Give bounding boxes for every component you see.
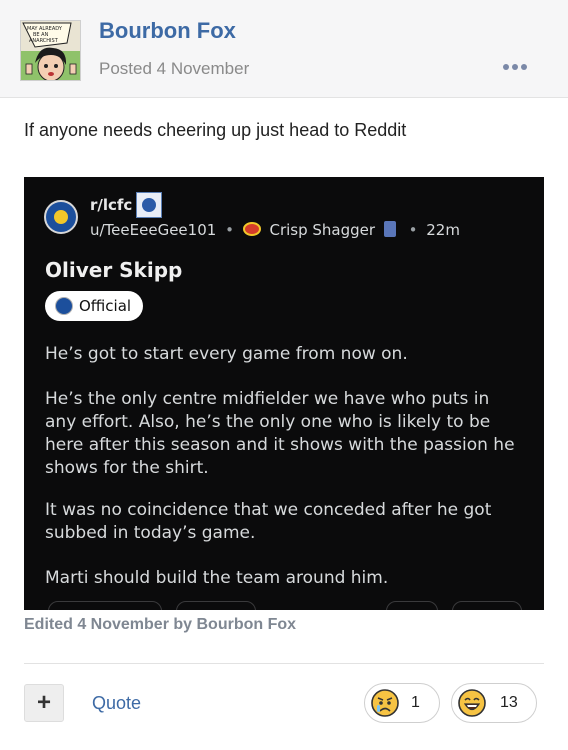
post-header: MAY ALREADY BE AN ANARCHIST Bourbon Fox … xyxy=(0,0,568,98)
byline-separator: • xyxy=(408,221,418,239)
avatar-comic-image: MAY ALREADY BE AN ANARCHIST xyxy=(21,21,80,80)
cropped-comment-button xyxy=(176,601,256,610)
quote-button[interactable]: Quote xyxy=(92,693,141,714)
subreddit-flair-icon xyxy=(136,192,162,218)
reddit-username: u/TeeEeeGee101 xyxy=(90,221,217,239)
post-age: 22m xyxy=(426,221,460,239)
cropped-vote-button xyxy=(48,601,162,610)
subreddit-name: r/lcfc xyxy=(90,196,133,214)
reddit-embed-screenshot: r/lcfc u/TeeEeeGee101 • Crisp Shagger • … xyxy=(24,177,544,610)
reddit-paragraph: He’s the only centre midfielder we have … xyxy=(45,389,515,478)
reaction-count: 1 xyxy=(411,694,420,711)
more-dot xyxy=(512,64,518,70)
byline-separator: • xyxy=(225,221,234,239)
post-body: If anyone needs cheering up just head to… xyxy=(24,120,407,140)
svg-text:ANARCHIST: ANARCHIST xyxy=(29,38,59,44)
more-dot xyxy=(503,64,509,70)
worried-face-icon xyxy=(371,689,399,717)
author-avatar[interactable]: MAY ALREADY BE AN ANARCHIST xyxy=(20,20,81,81)
user-flair: Crisp Shagger xyxy=(269,221,376,239)
player-figure-icon xyxy=(383,221,396,237)
reaction-laugh[interactable]: 13 xyxy=(451,683,537,723)
reaction-count: 13 xyxy=(500,694,518,711)
reddit-byline: u/TeeEeeGee101 • Crisp Shagger • 22m xyxy=(90,221,460,239)
reddit-paragraph: Marti should build the team around him. xyxy=(45,568,389,588)
reddit-paragraph: It was no coincidence that we conceded a… xyxy=(45,500,492,543)
more-dot xyxy=(521,64,527,70)
reddit-paragraph: He’s got to start every game from now on… xyxy=(45,344,408,364)
official-flair-badge: Official xyxy=(45,291,144,321)
laughing-face-icon xyxy=(458,689,486,717)
edited-note: Edited 4 November by Bourbon Fox xyxy=(24,616,297,633)
cropped-share-button xyxy=(452,601,522,610)
post-date[interactable]: Posted 4 November xyxy=(99,59,249,79)
author-name[interactable]: Bourbon Fox xyxy=(99,18,236,44)
walkers-crisps-icon xyxy=(242,222,261,236)
multiquote-button[interactable]: + xyxy=(24,684,64,722)
divider xyxy=(24,663,544,664)
reaction-worried[interactable]: 1 xyxy=(364,683,440,723)
flair-label: Official xyxy=(79,297,132,315)
crest-icon xyxy=(55,297,73,315)
reddit-post-title: Oliver Skipp xyxy=(45,258,183,282)
more-options-icon[interactable] xyxy=(502,60,528,74)
subreddit-crest-icon xyxy=(44,200,78,234)
cropped-award-button xyxy=(386,601,438,610)
